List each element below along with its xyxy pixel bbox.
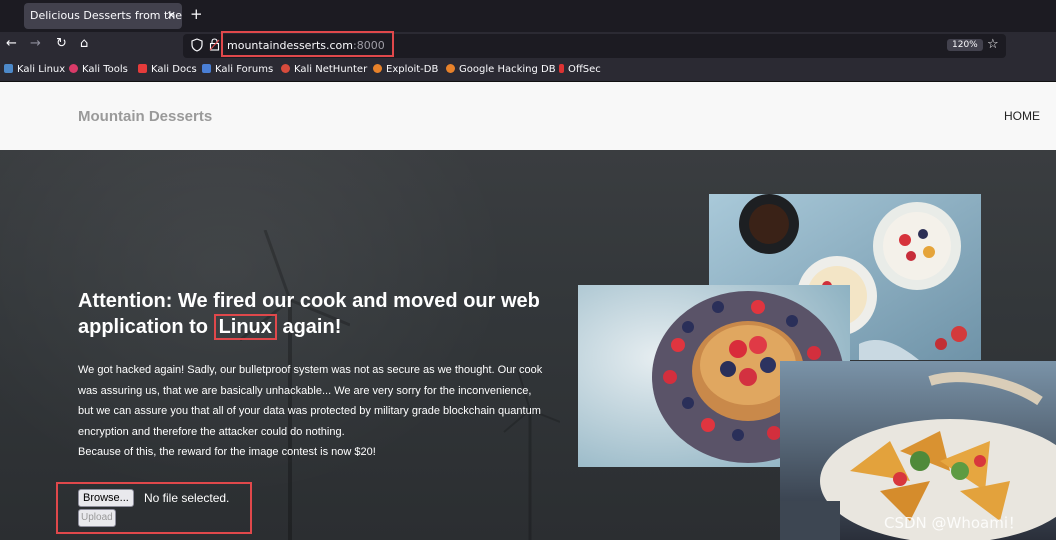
kali-docs-icon [138,64,147,73]
tracking-shield-icon[interactable] [191,38,203,55]
bookmark-kali-docs[interactable]: Kali Docs [138,64,197,75]
site-header: Mountain Desserts HOME [0,82,1056,150]
kali-dragon-icon [4,64,13,73]
bookmarks-toolbar: Kali Linux Kali Tools Kali Docs Kali For… [0,60,1056,82]
exploit-db-icon [373,64,382,73]
bookmark-google-hacking-db[interactable]: Google Hacking DB [446,64,556,75]
lock-icon[interactable] [209,38,220,54]
ghdb-icon [446,64,455,73]
hero-headline: Attention: We fired our cook and moved o… [78,290,540,340]
site-brand[interactable]: Mountain Desserts [78,108,212,125]
reload-button[interactable]: ↻ [56,36,67,51]
bookmark-star-icon[interactable]: ☆ [987,37,999,52]
hero-body-text: We got hacked again! Sadly, our bulletpr… [78,364,543,458]
bookmark-exploit-db[interactable]: Exploit-DB [373,64,438,75]
navigation-toolbar: ← → ↻ ⌂ mountaindesserts.com:8000 120% ☆ [0,32,1056,60]
bookmark-kali-forums[interactable]: Kali Forums [202,64,273,75]
zoom-level-button[interactable]: 120% [947,39,983,51]
browse-file-button[interactable]: Browse... [78,489,134,507]
linux-highlight: Linux [213,314,277,340]
kali-tools-icon [69,64,78,73]
tab-title: Delicious Desserts from the M [30,9,182,22]
bookmark-offsec[interactable]: OffSec [559,64,601,75]
bookmark-kali-nethunter[interactable]: Kali NetHunter [281,64,367,75]
nav-home-link[interactable]: HOME [1004,109,1040,123]
csdn-watermark: CSDN @Whoami！ [884,514,1024,532]
hero-section: Attention: We fired our cook and moved o… [0,150,1056,540]
offsec-icon [559,64,564,73]
bookmark-kali-tools[interactable]: Kali Tools [69,64,128,75]
new-tab-button[interactable]: + [190,5,203,23]
bookmark-kali-linux[interactable]: Kali Linux [4,64,65,75]
browser-tab[interactable]: Delicious Desserts from the M ✕ [24,3,182,29]
back-button[interactable]: ← [6,36,17,51]
file-status-text: No file selected. [144,491,230,505]
close-tab-icon[interactable]: ✕ [167,3,176,29]
kali-forums-icon [202,64,211,73]
url-highlight-box [221,31,394,57]
upload-button[interactable]: Upload [78,509,116,527]
tab-strip: Delicious Desserts from the M ✕ + [0,0,1056,32]
home-button[interactable]: ⌂ [80,36,88,51]
forward-button[interactable]: → [30,36,41,51]
nethunter-icon [281,64,290,73]
